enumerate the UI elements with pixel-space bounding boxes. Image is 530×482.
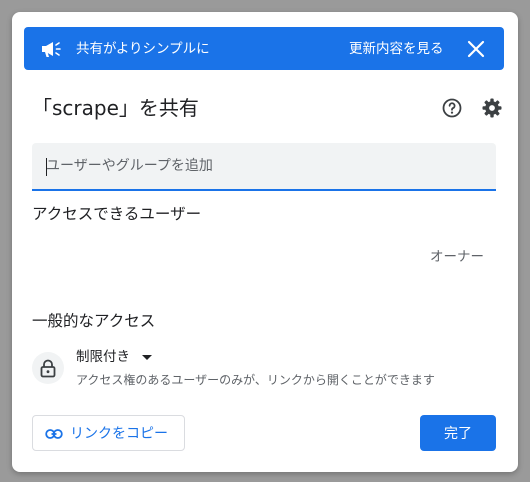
lock-icon	[40, 359, 56, 378]
share-dialog: 共有がよりシンプルに 更新内容を見る 「scrape」を共有 アクセスできるユー…	[12, 12, 518, 472]
dialog-title: 「scrape」を共有	[32, 96, 199, 120]
access-level-dropdown[interactable]: 制限付き	[76, 347, 152, 367]
people-with-access-heading: アクセスできるユーザー	[32, 205, 202, 223]
close-icon[interactable]	[465, 38, 487, 60]
banner-message: 共有がよりシンプルに	[76, 41, 210, 57]
gear-icon[interactable]	[480, 96, 504, 120]
owner-role-label: オーナー	[430, 249, 484, 265]
text-caret	[46, 158, 47, 176]
general-access-heading: 一般的なアクセス	[32, 312, 156, 330]
megaphone-icon	[42, 42, 61, 57]
link-icon	[45, 429, 63, 439]
copy-link-label: リンクをコピー	[70, 426, 168, 442]
copy-link-button[interactable]: リンクをコピー	[32, 415, 185, 451]
access-description: アクセス権のあるユーザーのみが、リンクから開くことができます	[76, 373, 435, 387]
add-people-input[interactable]	[32, 143, 496, 191]
access-level-value: 制限付き	[76, 349, 130, 365]
dropdown-arrow-icon	[142, 354, 152, 360]
info-banner: 共有がよりシンプルに 更新内容を見る	[24, 27, 504, 70]
lock-icon-badge	[32, 352, 64, 384]
done-button[interactable]: 完了	[420, 415, 496, 451]
help-icon[interactable]	[440, 96, 464, 120]
whats-new-link[interactable]: 更新内容を見る	[349, 39, 444, 59]
